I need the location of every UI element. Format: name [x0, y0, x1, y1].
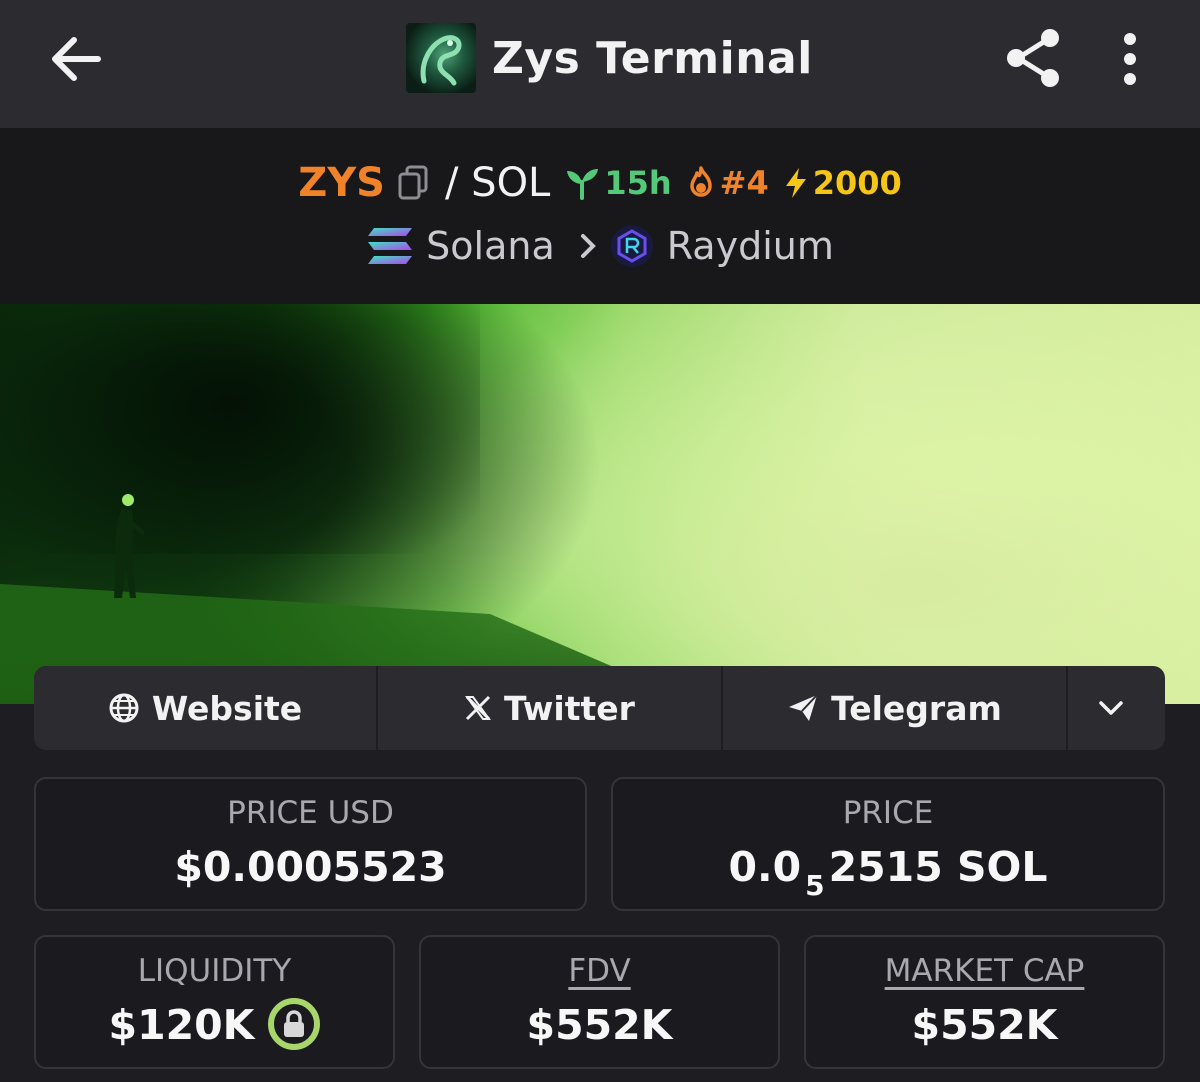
sprout-icon	[567, 169, 599, 200]
telegram-button[interactable]: Telegram	[723, 666, 1068, 750]
price-sol-value: 0.0 52515 SOL	[613, 843, 1163, 902]
chain-dex-breadcrumb: Solana Raydium	[0, 218, 1200, 274]
token-avatar	[406, 23, 476, 93]
back-button[interactable]	[44, 30, 108, 88]
chain-name[interactable]: Solana	[426, 224, 555, 268]
price-usd-value: $0.0005523	[174, 843, 447, 891]
market-cap-card: MARKET CAP $552K	[804, 935, 1165, 1069]
twitter-label: Twitter	[504, 688, 635, 728]
price-suffix: 2515 SOL	[828, 843, 1048, 891]
app-bar: Zys Terminal	[0, 0, 1200, 128]
share-button[interactable]	[1002, 26, 1064, 90]
chevron-down-icon	[1098, 701, 1123, 715]
price-zero-count: 5	[805, 869, 825, 902]
silhouette-figure	[114, 494, 144, 598]
dex-name[interactable]: Raydium	[667, 224, 834, 268]
x-logo-icon	[465, 695, 492, 721]
pair-line: ZYS / SOL 15h #4 2000	[0, 152, 1200, 214]
arrow-left-icon	[52, 37, 101, 81]
paper-plane-icon	[789, 694, 818, 721]
twitter-button[interactable]: Twitter	[378, 666, 723, 750]
liquidity-label: LIQUIDITY	[137, 953, 292, 989]
chevron-right-icon	[580, 234, 596, 258]
website-button[interactable]: Website	[34, 666, 378, 750]
trending-rank-badge: #4	[686, 164, 769, 202]
flame-icon	[689, 166, 712, 197]
rank-value: #4	[719, 164, 769, 202]
liquidity-value: $120K	[108, 1001, 255, 1049]
price-usd-card: PRICE USD $0.0005523	[34, 777, 587, 911]
price-prefix: 0.0	[728, 843, 802, 891]
fdv-card: FDV $552K	[419, 935, 780, 1069]
price-sol-card: PRICE 0.0 52515 SOL	[611, 777, 1165, 911]
price-usd-label: PRICE USD	[227, 795, 394, 831]
lightning-icon	[785, 168, 806, 198]
age-value: 15h	[604, 164, 672, 202]
fdv-label[interactable]: FDV	[421, 953, 778, 989]
social-links-bar: Website Twitter Telegram	[34, 666, 1165, 750]
liquidity-lock-badge[interactable]	[268, 998, 321, 1050]
boost-badge: 2000	[783, 164, 902, 202]
more-options-button[interactable]	[1108, 30, 1152, 88]
raydium-icon	[610, 225, 653, 267]
price-sol-label: PRICE	[842, 795, 934, 831]
page-title: Zys Terminal	[492, 32, 813, 84]
fdv-value: $552K	[526, 1001, 673, 1049]
more-vertical-icon	[1124, 33, 1136, 85]
age-badge: 15h	[564, 164, 672, 202]
market-cap-value: $552K	[911, 1001, 1058, 1049]
liquidity-card: LIQUIDITY $120K	[34, 935, 395, 1069]
token-banner-image	[0, 304, 1200, 704]
base-symbol: ZYS	[298, 160, 385, 206]
solana-icon	[368, 228, 413, 264]
telegram-label: Telegram	[831, 688, 1002, 728]
share-icon	[1007, 29, 1059, 87]
quote-symbol: / SOL	[444, 160, 551, 206]
app-title-group: Zys Terminal	[406, 22, 813, 94]
pair-header: ZYS / SOL 15h #4 2000 Solana Raydium	[0, 128, 1200, 304]
boost-value: 2000	[812, 164, 902, 202]
more-links-dropdown[interactable]	[1068, 666, 1165, 750]
market-cap-label[interactable]: MARKET CAP	[806, 953, 1163, 989]
lock-icon	[284, 1010, 305, 1037]
globe-icon	[109, 693, 139, 723]
website-label: Website	[151, 688, 303, 728]
copy-icon[interactable]	[397, 165, 429, 201]
liquidity-value-row: $120K	[36, 998, 393, 1054]
